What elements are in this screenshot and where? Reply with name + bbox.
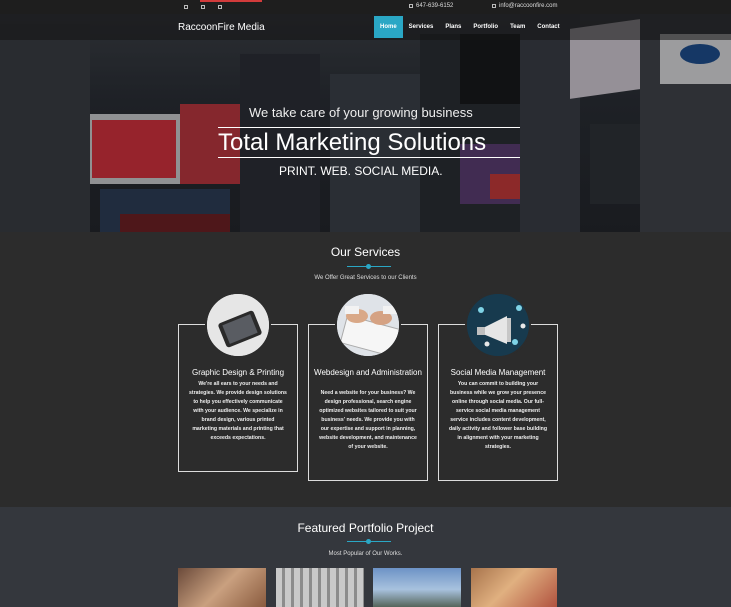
- hero-rule-bottom: [218, 157, 520, 158]
- email-address[interactable]: info@raccoonfire.com: [499, 3, 557, 9]
- hero-banner: We take care of your growing business To…: [0, 14, 731, 232]
- email-info[interactable]: info@raccoonfire.com: [492, 3, 557, 9]
- portfolio-thumbnail[interactable]: [178, 568, 266, 607]
- portfolio-thumbnail[interactable]: [471, 568, 557, 607]
- card-description: You can commit to building your business…: [449, 381, 548, 450]
- portfolio-title: Featured Portfolio Project: [297, 521, 434, 535]
- portfolio-subtitle: Most Popular of Our Works.: [328, 551, 403, 557]
- nav-item-home[interactable]: Home: [374, 16, 403, 38]
- service-card-graphic-design: Graphic Design & Printing We're all ears…: [178, 292, 298, 472]
- social-icon[interactable]: [201, 5, 205, 9]
- brand-logo[interactable]: RaccoonFire Media: [178, 22, 265, 33]
- nav-item-portfolio[interactable]: Portfolio: [467, 16, 504, 38]
- nav-menu: Home Services Plans Portfolio Team Conta…: [374, 16, 566, 38]
- card-title: Social Media Management: [450, 368, 546, 377]
- portfolio-thumbnail[interactable]: [373, 568, 461, 607]
- megaphone-icon: [465, 292, 531, 358]
- portfolio-thumbnail[interactable]: [276, 568, 364, 607]
- top-accent-strip: [200, 0, 262, 2]
- card-description: We're all ears to your needs and strateg…: [189, 381, 287, 441]
- main-navbar: RaccoonFire Media Home Services Plans Po…: [0, 14, 731, 40]
- portfolio-section: Featured Portfolio Project Most Popular …: [0, 507, 731, 607]
- keyboard-icon: [335, 292, 401, 358]
- phone-info: 647-639-6152: [409, 3, 453, 9]
- email-icon: [492, 4, 496, 8]
- phone-icon: [409, 4, 413, 8]
- service-card-social-media: Social Media Management You can commit t…: [438, 292, 558, 481]
- services-title: Our Services: [330, 245, 401, 259]
- top-info-bar: 647-639-6152 info@raccoonfire.com: [0, 0, 731, 14]
- nav-item-services[interactable]: Services: [403, 16, 440, 38]
- hero-tagline: PRINT. WEB. SOCIAL MEDIA.: [279, 164, 443, 178]
- tablet-icon: [205, 292, 271, 358]
- nav-item-team[interactable]: Team: [504, 16, 531, 38]
- phone-number: 647-639-6152: [416, 3, 454, 9]
- card-description: Need a website for your business? We des…: [319, 390, 417, 450]
- card-title: Webdesign and Administration: [314, 368, 422, 377]
- service-card-webdesign: Webdesign and Administration Need a webs…: [308, 292, 428, 481]
- card-title: Graphic Design & Printing: [191, 368, 285, 377]
- services-divider: [347, 264, 391, 269]
- hero-subtitle: We take care of your growing business: [249, 105, 473, 120]
- nav-item-plans[interactable]: Plans: [439, 16, 467, 38]
- hero-title: Total Marketing Solutions: [218, 129, 487, 156]
- portfolio-divider: [347, 539, 391, 544]
- services-subtitle: We Offer Great Services to our Clients: [314, 275, 417, 281]
- social-icon[interactable]: [218, 5, 222, 9]
- services-section: Our Services We Offer Great Services to …: [0, 232, 731, 507]
- nav-item-contact[interactable]: Contact: [531, 16, 565, 38]
- hero-rule-top: [218, 127, 520, 128]
- social-icon[interactable]: [184, 5, 188, 9]
